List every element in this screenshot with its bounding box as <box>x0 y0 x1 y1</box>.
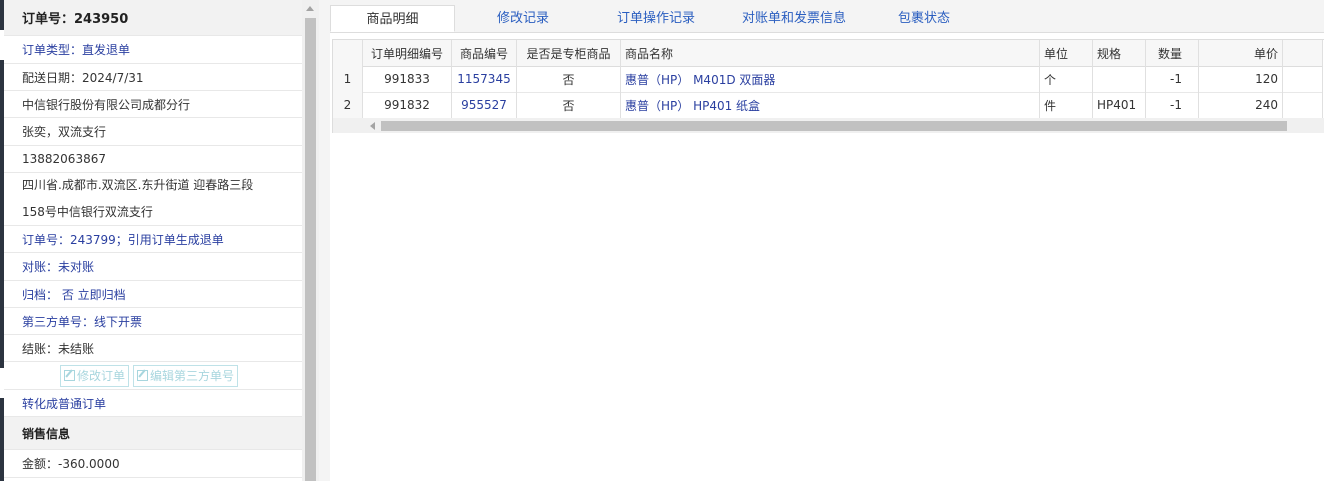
counter-flag: 否 <box>517 66 621 92</box>
third-party-number: 第三方单号：线下开票 <box>4 308 302 335</box>
detail-tabs: 商品明细 修改记录 订单操作记录 对账单和发票信息 包裹状态 <box>330 0 1324 33</box>
header-index <box>333 40 363 66</box>
action-buttons: 修改订单 编辑第三方单号 <box>4 362 302 390</box>
scrollbar-thumb[interactable] <box>305 18 316 481</box>
tab-product-details[interactable]: 商品明细 <box>330 5 455 32</box>
product-name-link[interactable]: 惠普（HP） M401D 双面器 <box>621 66 1040 92</box>
address-line-1: 四川省.成都市.双流区.东升街道 迎春路三段 <box>22 178 254 192</box>
tab-statement-invoice[interactable]: 对账单和发票信息 <box>721 5 867 32</box>
header-spec[interactable]: 规格 <box>1093 40 1146 66</box>
price: 120 <box>1199 66 1283 92</box>
order-number-header: 订单号：243950 <box>4 0 302 36</box>
row-index: 2 <box>333 92 363 118</box>
price: 240 <box>1199 92 1283 118</box>
header-product-no[interactable]: 商品编号 <box>452 40 517 66</box>
grid-header: 订单明细编号 商品编号 是否是专柜商品 商品名称 单位 规格 数量 单价 <box>333 40 1323 67</box>
unit: 个 <box>1040 66 1093 92</box>
tab-operation-log[interactable]: 订单操作记录 <box>591 5 721 32</box>
grid-horizontal-scrollbar[interactable] <box>333 118 1324 133</box>
header-unit[interactable]: 单位 <box>1040 40 1093 66</box>
edit-order-label: 修改订单 <box>77 369 126 383</box>
address-line-2: 158号中信银行双流支行 <box>22 205 153 219</box>
delivery-address: 四川省.成都市.双流区.东升街道 迎春路三段 158号中信银行双流支行 <box>4 173 302 226</box>
edit-order-button[interactable]: 修改订单 <box>60 364 130 387</box>
sales-info-header: 销售信息 <box>4 417 302 450</box>
scrollbar-thumb[interactable] <box>381 121 1287 131</box>
settlement-status: 结账：未结账 <box>4 335 302 362</box>
table-row[interactable]: 2 991832 955527 否 惠普（HP） HP401 纸盒 件 HP40… <box>333 92 1323 119</box>
header-counter[interactable]: 是否是专柜商品 <box>517 40 621 66</box>
scroll-left-icon[interactable] <box>370 122 375 130</box>
order-type: 订单类型：直发退单 <box>4 36 302 64</box>
customer-company: 中信银行股份有限公司成都分行 <box>4 91 302 118</box>
order-info-panel: 订单号：243950 订单类型：直发退单 配送日期：2024/7/31 中信银行… <box>4 0 303 481</box>
delivery-date: 配送日期：2024/7/31 <box>4 64 302 91</box>
header-detail-no[interactable]: 订单明细编号 <box>363 40 452 66</box>
row-extra <box>1283 92 1323 118</box>
edit-icon <box>137 370 149 381</box>
unit: 件 <box>1040 92 1093 118</box>
spec <box>1093 66 1146 92</box>
product-name-link[interactable]: 惠普（HP） HP401 纸盒 <box>621 92 1040 118</box>
tab-package-status[interactable]: 包裹状态 <box>867 5 981 32</box>
quantity: -1 <box>1146 92 1199 118</box>
scroll-up-icon[interactable] <box>306 6 314 11</box>
header-product-name[interactable]: 商品名称 <box>621 40 1040 66</box>
reconcile-status: 对账：未对账 <box>4 253 302 281</box>
phone: 13882063867 <box>4 146 302 173</box>
left-panel-scrollbar[interactable] <box>302 0 319 481</box>
spec: HP401 <box>1093 92 1146 118</box>
edit-third-party-button[interactable]: 编辑第三方单号 <box>133 364 239 387</box>
product-detail-grid: 订单明细编号 商品编号 是否是专柜商品 商品名称 单位 规格 数量 单价 1 9… <box>332 39 1324 133</box>
header-quantity[interactable]: 数量 <box>1146 40 1199 66</box>
quantity: -1 <box>1146 66 1199 92</box>
archive-status[interactable]: 归档： 否 立即归档 <box>4 281 302 308</box>
row-extra <box>1283 66 1323 92</box>
amount: 金额：-360.0000 <box>4 450 302 478</box>
counter-flag: 否 <box>517 92 621 118</box>
product-no-link[interactable]: 1157345 <box>452 66 517 92</box>
table-row[interactable]: 1 991833 1157345 否 惠普（HP） M401D 双面器 个 -1… <box>333 66 1323 93</box>
tab-modification-log[interactable]: 修改记录 <box>455 5 591 32</box>
source-order: 订单号：243799；引用订单生成退单 <box>4 226 302 253</box>
row-index: 1 <box>333 66 363 92</box>
panel-divider <box>319 0 330 481</box>
detail-no: 991833 <box>363 66 452 92</box>
contact: 张奕，双流支行 <box>4 118 302 146</box>
product-no-link[interactable]: 955527 <box>452 92 517 118</box>
edit-icon <box>64 370 75 381</box>
convert-order-link[interactable]: 转化成普通订单 <box>4 390 302 417</box>
edit-third-party-label: 编辑第三方单号 <box>150 369 235 383</box>
header-price[interactable]: 单价 <box>1199 40 1283 66</box>
header-extra <box>1283 40 1323 66</box>
detail-no: 991832 <box>363 92 452 118</box>
